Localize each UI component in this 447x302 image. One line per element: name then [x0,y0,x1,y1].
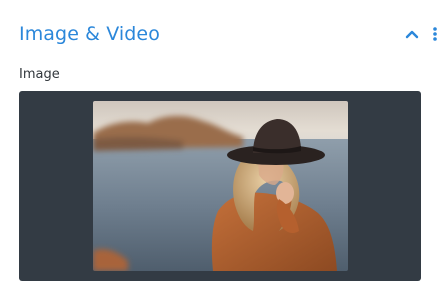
image-preview[interactable] [93,101,348,271]
image-upload-area[interactable] [19,91,421,281]
image-thumbnail [93,101,348,271]
chevron-up-icon [405,30,419,39]
more-vertical-icon [433,27,437,41]
collapse-section-button[interactable] [403,26,421,42]
section-title: Image & Video [19,23,160,45]
settings-panel: Image & Video Image [0,0,447,302]
section-header[interactable]: Image & Video [0,0,447,62]
image-field-label: Image [19,67,60,82]
section-options-button[interactable] [429,24,441,44]
